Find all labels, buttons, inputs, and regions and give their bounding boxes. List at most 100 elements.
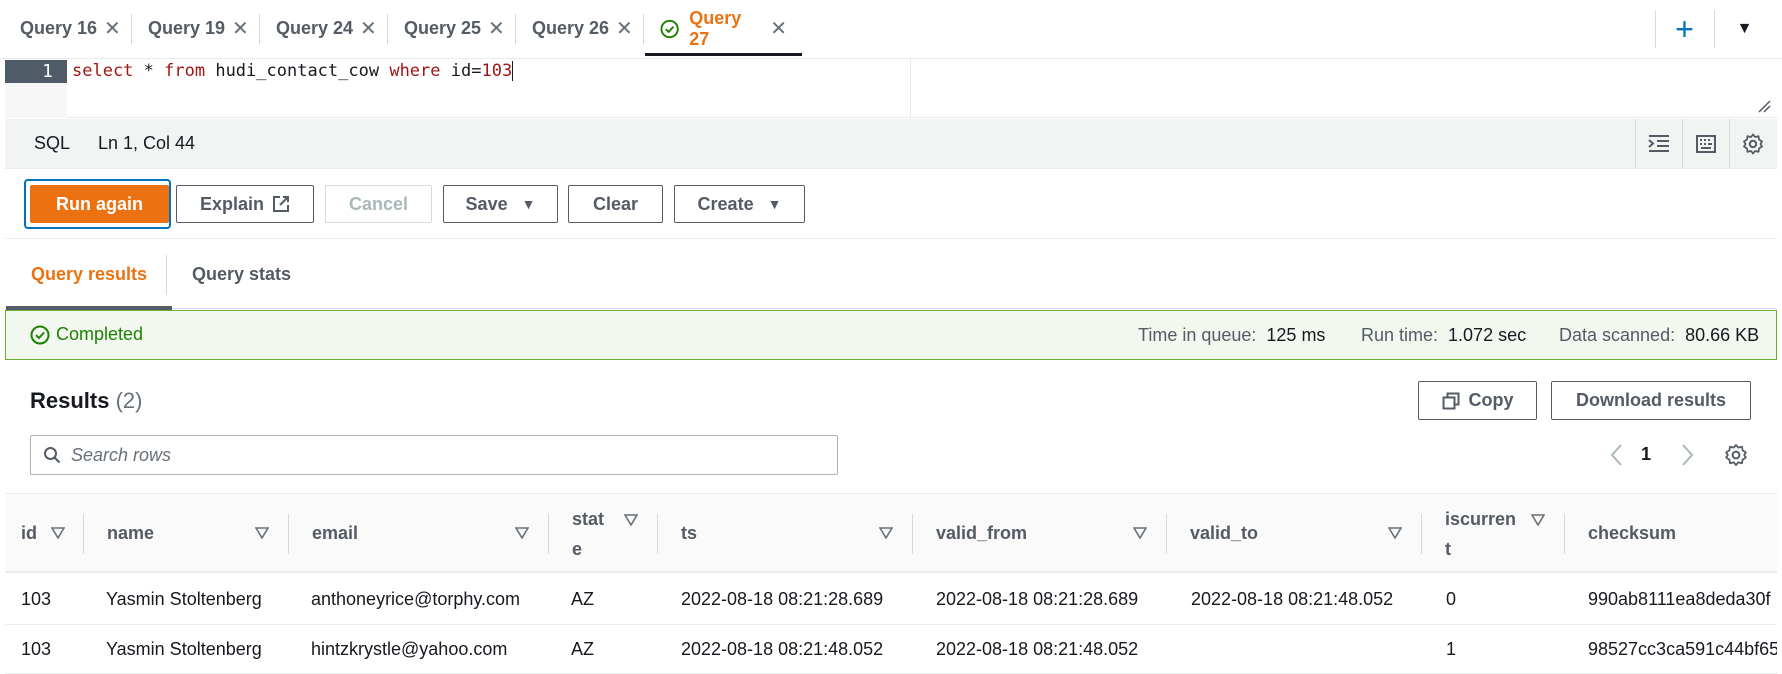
tab-menu-button[interactable]: ▼ [1714, 10, 1774, 48]
query-actions: Run again Explain Cancel Save ▼ Clear Cr… [5, 169, 1777, 239]
current-page[interactable]: 1 [1641, 444, 1651, 465]
column-header-ts[interactable]: ts [681, 494, 697, 573]
editor-settings-button[interactable] [1729, 119, 1775, 169]
column-header-id[interactable]: id [21, 494, 37, 573]
create-label: Create [697, 193, 754, 214]
column-header-valid-from[interactable]: valid_from [936, 494, 1027, 573]
close-icon[interactable]: ✕ [360, 16, 377, 41]
cursor-position: Ln 1, Col 44 [98, 133, 196, 153]
table-row[interactable]: 103 Yasmin Stoltenberg hintzkrystle@yaho… [5, 625, 1777, 674]
chevron-left-icon[interactable] [1606, 442, 1628, 468]
cell-valid-from: 2022-08-18 08:21:48.052 [936, 639, 1139, 659]
column-header-email[interactable]: email [312, 494, 358, 573]
tab-query-26[interactable]: Query 26 ✕ [532, 0, 633, 57]
header-label: valid_to [1190, 523, 1259, 543]
column-header-valid-to[interactable]: valid_to [1190, 494, 1258, 573]
editor-gutter: 1 [5, 59, 67, 118]
explain-button[interactable]: Explain [176, 185, 314, 223]
close-icon[interactable]: ✕ [488, 16, 505, 41]
header-label: e [572, 538, 583, 559]
tab-divider [643, 14, 644, 44]
copy-label: Copy [1468, 390, 1514, 410]
save-button[interactable]: Save ▼ [443, 185, 558, 223]
metric-label: Time in queue: [1138, 325, 1257, 345]
cell-state: AZ [571, 589, 595, 609]
sort-icon[interactable] [51, 527, 65, 539]
sort-icon[interactable] [515, 527, 529, 539]
close-icon[interactable]: ✕ [104, 16, 121, 41]
sort-icon[interactable] [1388, 527, 1402, 539]
run-time: Run time: 1.072 sec [1361, 325, 1526, 346]
resize-handle-icon[interactable] [1757, 99, 1771, 113]
tab-query-19[interactable]: Query 19 ✕ [148, 0, 249, 57]
close-icon[interactable]: ✕ [232, 16, 249, 41]
table-row[interactable]: 103 Yasmin Stoltenberg anthoneyrice@torp… [5, 573, 1777, 625]
tab-divider [515, 14, 516, 44]
code-line[interactable]: select * from hudi_contact_cow where id=… [72, 60, 514, 83]
copy-button[interactable]: Copy [1418, 381, 1537, 420]
cell-iscurrent: 0 [1446, 589, 1457, 609]
tab-query-24[interactable]: Query 24 ✕ [276, 0, 377, 57]
column-divider [548, 514, 549, 554]
active-tab-indicator [645, 53, 802, 56]
tab-query-results[interactable]: Query results [5, 239, 173, 310]
search-rows-field[interactable] [30, 435, 838, 475]
sql-editor[interactable]: 1 select * from hudi_contact_cow where i… [5, 59, 1777, 118]
cell-valid-from: 2022-08-18 08:21:28.689 [936, 589, 1139, 609]
code-table: hudi_contact_cow [205, 61, 390, 81]
header-label: t [1445, 538, 1451, 559]
check-circle-icon [30, 325, 50, 344]
metric-value: 1.072 sec [1448, 325, 1527, 345]
header-label: iscurren [1445, 508, 1517, 529]
column-divider [912, 514, 913, 554]
time-in-queue: Time in queue: 125 ms [1138, 325, 1325, 346]
sort-icon[interactable] [255, 527, 269, 539]
keyboard-shortcuts-button[interactable] [1682, 119, 1728, 169]
caret-down-icon: ▼ [767, 196, 782, 212]
column-header-name[interactable]: name [107, 494, 154, 573]
metric-label: Run time: [1361, 325, 1439, 345]
close-icon[interactable]: ✕ [616, 16, 633, 41]
sort-icon[interactable] [879, 527, 893, 539]
add-tab-button[interactable]: + [1655, 10, 1713, 48]
tab-query-25[interactable]: Query 25 ✕ [404, 0, 505, 57]
tab-query-16[interactable]: Query 16 ✕ [20, 0, 121, 57]
header-label: valid_from [936, 523, 1028, 543]
table-settings-icon[interactable] [1724, 443, 1748, 467]
sort-icon[interactable] [624, 514, 638, 526]
format-button[interactable] [1635, 119, 1681, 169]
column-header-checksum[interactable]: checksum [1588, 494, 1676, 573]
run-again-button[interactable]: Run again [30, 185, 169, 223]
cancel-button[interactable]: Cancel [325, 185, 432, 223]
data-scanned: Data scanned: 80.66 KB [1559, 325, 1759, 346]
tab-query-27[interactable]: Query 27 ✕ [645, 0, 802, 57]
keyword-where: where [389, 61, 441, 81]
header-label: name [107, 523, 155, 543]
sort-icon[interactable] [1531, 514, 1545, 526]
cell-checksum: 98527cc3ca591c44bf65 [1588, 639, 1777, 659]
external-link-icon [273, 196, 290, 212]
status-text: Completed [56, 324, 144, 344]
sort-icon[interactable] [1133, 527, 1147, 539]
clear-button[interactable]: Clear [568, 185, 663, 223]
column-divider [288, 514, 289, 554]
column-header-iscurrent[interactable]: iscurren t [1445, 494, 1516, 573]
code-star: * [133, 61, 165, 81]
tab-label: Query 16 [20, 18, 98, 38]
cell-iscurrent: 1 [1446, 639, 1457, 659]
tab-label: Query 24 [276, 18, 354, 38]
search-input[interactable] [71, 436, 821, 474]
code-column: id= [440, 61, 482, 81]
cell-ts: 2022-08-18 08:21:28.689 [681, 589, 884, 609]
metric-value: 80.66 KB [1685, 325, 1760, 345]
code-value: 103 [481, 61, 513, 81]
create-button[interactable]: Create ▼ [674, 185, 805, 223]
download-results-button[interactable]: Download results [1551, 381, 1751, 420]
column-header-state[interactable]: stat e [572, 494, 604, 573]
cell-id: 103 [21, 589, 52, 609]
tab-divider [387, 14, 388, 44]
tab-query-stats[interactable]: Query stats [192, 239, 291, 309]
column-divider [657, 514, 658, 554]
close-icon[interactable]: ✕ [770, 16, 787, 41]
chevron-right-icon[interactable] [1676, 442, 1698, 468]
